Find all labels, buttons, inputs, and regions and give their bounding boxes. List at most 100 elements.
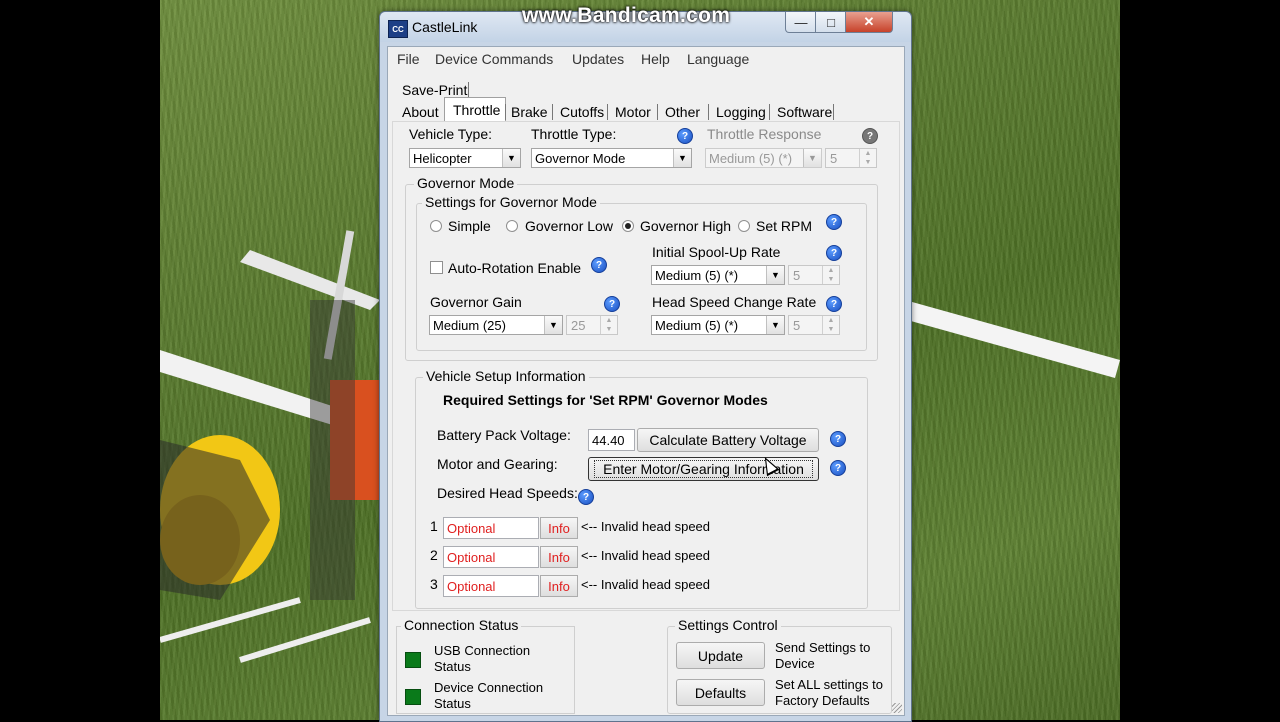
radio-governor-low-label: Governor Low — [525, 218, 613, 234]
head-speed-input[interactable]: Optional — [443, 575, 539, 597]
governor-gain-num: 25 — [571, 318, 586, 333]
throttle-response-select[interactable]: Medium (5) (*) ▼ — [705, 148, 822, 168]
auto-rotation-label: Auto-Rotation Enable — [448, 260, 582, 276]
head-speed-change-spinner[interactable]: 5 ▲ ▼ — [788, 315, 840, 335]
tab-motor[interactable]: Motor — [615, 104, 651, 120]
castle-app-icon: CC — [388, 20, 408, 38]
help-icon[interactable]: ? — [826, 214, 842, 230]
radio-governor-high[interactable] — [622, 220, 634, 232]
defaults-description: Set ALL settings to Factory Defaults — [775, 677, 883, 708]
menu-bar: File Device Commands Updates Help Langua… — [388, 47, 904, 71]
head-speed-info-button[interactable]: Info — [540, 575, 578, 597]
radio-set-rpm[interactable] — [738, 220, 750, 232]
spinner-arrows-icon: ▲ ▼ — [822, 316, 839, 334]
chevron-down-icon: ▼ — [502, 149, 520, 167]
governor-mode-title: Governor Mode — [414, 175, 518, 191]
update-description: Send Settings to Device — [775, 640, 871, 671]
menu-file[interactable]: File — [397, 51, 420, 67]
throttle-tab-panel: Vehicle Type: Helicopter ▼ Throttle Type… — [392, 121, 900, 611]
motor-gearing-label: Motor and Gearing: — [437, 456, 558, 472]
tab-separator — [505, 104, 506, 120]
vehicle-type-label: Vehicle Type: — [409, 126, 493, 142]
tab-separator — [657, 104, 658, 120]
vehicle-setup-group: Vehicle Setup Information Required Setti… — [415, 368, 868, 609]
head-speed-change-value: Medium (5) (*) — [655, 318, 739, 333]
menu-updates[interactable]: Updates — [572, 51, 624, 67]
help-icon[interactable]: ? — [826, 245, 842, 261]
auto-rotation-checkbox[interactable] — [430, 261, 443, 274]
menu-language[interactable]: Language — [687, 51, 749, 67]
castlelink-window: CC CastleLink — □ ✕ File Device Commands… — [379, 11, 912, 722]
spinner-arrows-icon: ▲ ▼ — [859, 149, 876, 167]
spool-up-spinner[interactable]: 5 ▲ ▼ — [788, 265, 840, 285]
tab-brake[interactable]: Brake — [511, 104, 548, 120]
chevron-down-icon: ▼ — [803, 149, 821, 167]
help-icon[interactable]: ? — [826, 296, 842, 312]
governor-gain-label: Governor Gain — [430, 294, 522, 310]
vehicle-type-select[interactable]: Helicopter ▼ — [409, 148, 521, 168]
help-icon[interactable]: ? — [604, 296, 620, 312]
spool-up-label: Initial Spool-Up Rate — [652, 244, 781, 260]
maximize-button[interactable]: □ — [815, 12, 847, 33]
head-speed-status: <-- Invalid head speed — [581, 577, 711, 592]
radio-governor-low[interactable] — [506, 220, 518, 232]
help-icon[interactable]: ? — [578, 489, 594, 505]
tab-throttle[interactable]: Throttle — [453, 102, 500, 118]
head-speed-change-select[interactable]: Medium (5) (*) ▼ — [651, 315, 785, 335]
head-speed-info-button[interactable]: Info — [540, 546, 578, 568]
radio-simple[interactable] — [430, 220, 442, 232]
throttle-type-label: Throttle Type: — [531, 126, 617, 142]
radio-governor-high-label: Governor High — [640, 218, 732, 234]
spool-up-select[interactable]: Medium (5) (*) ▼ — [651, 265, 785, 285]
settings-control-title: Settings Control — [675, 617, 781, 633]
update-button[interactable]: Update — [676, 642, 765, 669]
tab-separator — [769, 104, 770, 120]
head-speed-row-number: 2 — [430, 547, 438, 563]
head-speed-placeholder: Optional — [447, 521, 496, 536]
tab-save-print[interactable]: Save-Print — [402, 82, 467, 98]
help-icon[interactable]: ? — [677, 128, 693, 144]
enter-motor-gearing-button[interactable]: Enter Motor/Gearing Information — [588, 457, 819, 481]
tab-logging[interactable]: Logging — [716, 104, 766, 120]
resize-grip-icon[interactable] — [892, 703, 902, 713]
menu-device-commands[interactable]: Device Commands — [435, 51, 553, 67]
head-speed-info-button[interactable]: Info — [540, 517, 578, 539]
throttle-response-label: Throttle Response — [707, 126, 822, 142]
device-status-label: Device Connection Status — [434, 680, 544, 711]
tab-separator — [552, 104, 553, 120]
vehicle-type-value: Helicopter — [413, 151, 472, 166]
minimize-button[interactable]: — — [785, 12, 817, 33]
head-speed-row-number: 3 — [430, 576, 438, 592]
governor-gain-spinner[interactable]: 25 ▲ ▼ — [566, 315, 618, 335]
client-area: File Device Commands Updates Help Langua… — [387, 46, 905, 716]
help-icon[interactable]: ? — [830, 431, 846, 447]
governor-gain-select[interactable]: Medium (25) ▼ — [429, 315, 563, 335]
menu-help[interactable]: Help — [641, 51, 670, 67]
tab-separator — [607, 104, 608, 120]
tab-separator — [468, 82, 469, 98]
defaults-button[interactable]: Defaults — [676, 679, 765, 706]
minimize-icon: — — [794, 14, 808, 30]
spinner-arrows-icon: ▲ ▼ — [822, 266, 839, 284]
head-speed-input[interactable]: Optional — [443, 517, 539, 539]
head-speed-placeholder: Optional — [447, 579, 496, 594]
head-speed-change-num: 5 — [793, 318, 801, 333]
help-icon[interactable]: ? — [862, 128, 878, 144]
tab-other[interactable]: Other — [665, 104, 700, 120]
help-icon[interactable]: ? — [830, 460, 846, 476]
connection-status-title: Connection Status — [401, 617, 522, 633]
throttle-response-spinner[interactable]: 5 ▲ ▼ — [825, 148, 877, 168]
throttle-type-select[interactable]: Governor Mode ▼ — [531, 148, 692, 168]
battery-voltage-input[interactable]: 44.40 — [588, 429, 635, 451]
tab-cutoffs[interactable]: Cutoffs — [560, 104, 604, 120]
head-speed-input[interactable]: Optional — [443, 546, 539, 568]
tab-software[interactable]: Software — [777, 104, 832, 120]
governor-gain-value: Medium (25) — [433, 318, 506, 333]
spool-up-value: Medium (5) (*) — [655, 268, 739, 283]
calculate-battery-voltage-button[interactable]: Calculate Battery Voltage — [637, 428, 819, 452]
throttle-response-value: Medium (5) (*) — [709, 151, 793, 166]
tab-about[interactable]: About — [402, 104, 439, 120]
help-icon[interactable]: ? — [591, 257, 607, 273]
close-button[interactable]: ✕ — [845, 12, 893, 33]
throttle-type-value: Governor Mode — [535, 151, 626, 166]
